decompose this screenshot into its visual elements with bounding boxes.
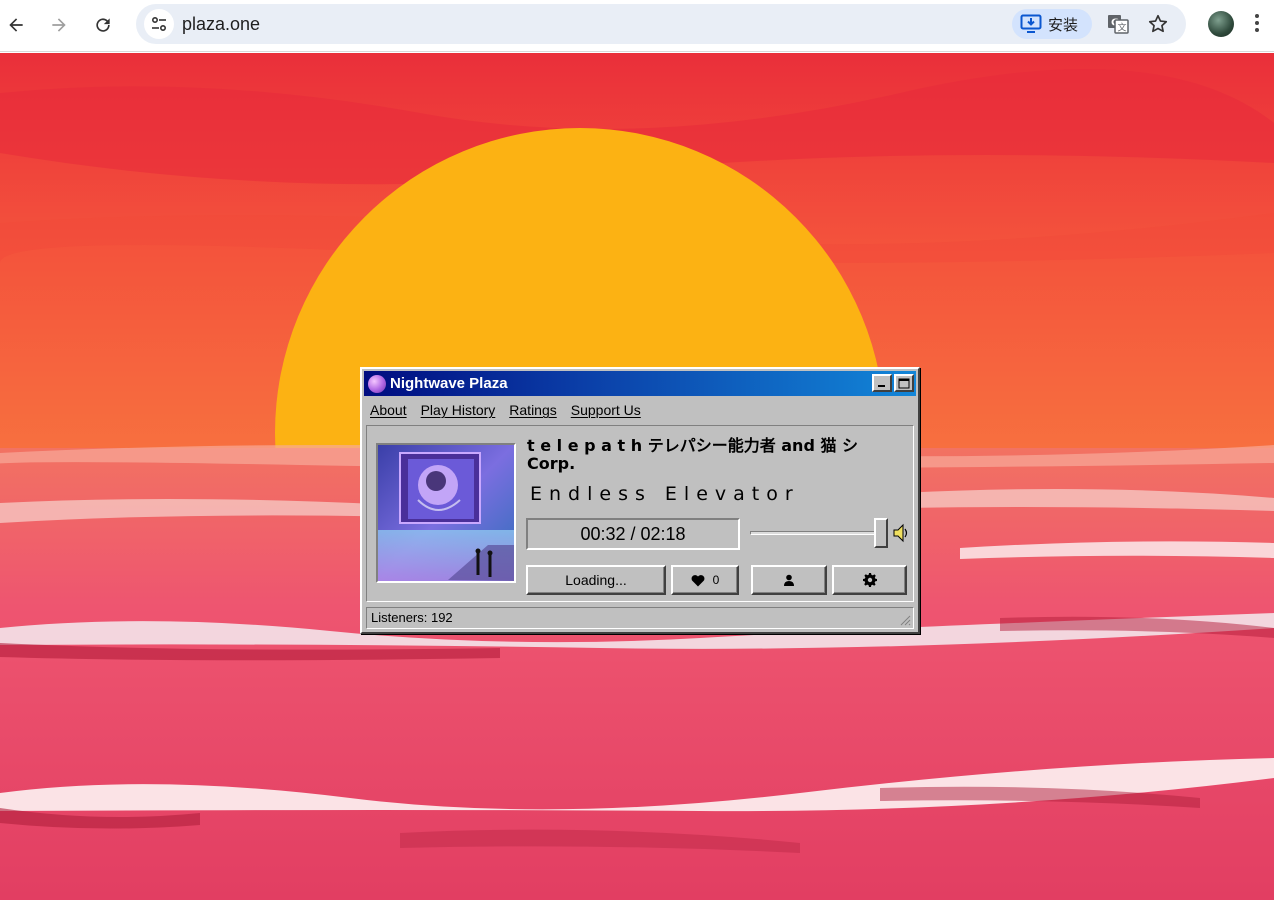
translate-button[interactable]: G 文: [1106, 12, 1130, 36]
arrow-left-icon: [9, 18, 23, 32]
menu-support-us[interactable]: Support Us: [571, 402, 641, 418]
more-vert-icon[interactable]: [1252, 12, 1262, 36]
maximize-button[interactable]: [894, 374, 914, 392]
menu-play-history[interactable]: Play History: [421, 402, 496, 418]
speaker-icon[interactable]: [893, 523, 909, 543]
menu-about[interactable]: About: [370, 402, 407, 418]
volume-slider-track[interactable]: [750, 531, 888, 535]
track-artist: t e l e p a t h テレパシー能力者 and 猫 シ Corp.: [527, 436, 859, 473]
listeners-count: Listeners: 192: [371, 610, 453, 625]
loading-button[interactable]: Loading...: [526, 565, 666, 595]
site-info-button[interactable]: [144, 9, 174, 39]
maximize-icon: [898, 378, 910, 388]
minimize-icon: [878, 385, 885, 387]
player-panel: t e l e p a t h テレパシー能力者 and 猫 シ Corp. E…: [366, 425, 914, 602]
forward-button[interactable]: [43, 9, 75, 41]
window-menubar: About Play History Ratings Support Us: [370, 402, 641, 418]
player-window: Nightwave Plaza About Play History Ratin…: [360, 367, 920, 634]
browser-toolbar: plaza.one 安装 G 文: [0, 0, 1274, 52]
volume-slider-thumb[interactable]: [874, 518, 888, 548]
install-desktop-icon: [1020, 14, 1042, 33]
menu-ratings[interactable]: Ratings: [509, 402, 556, 418]
heart-icon: [691, 574, 705, 586]
profile-avatar[interactable]: [1208, 11, 1234, 37]
loading-button-label: Loading...: [565, 572, 627, 588]
status-bar: Listeners: 192: [366, 607, 914, 629]
window-title: Nightwave Plaza: [390, 375, 508, 392]
window-titlebar[interactable]: Nightwave Plaza: [364, 371, 916, 396]
like-count: 0: [712, 573, 720, 587]
user-icon: [784, 574, 794, 586]
install-label: 安装: [1048, 15, 1079, 34]
back-button[interactable]: [0, 9, 32, 41]
reload-button[interactable]: [87, 9, 119, 41]
address-bar[interactable]: plaza.one 安装 G 文: [136, 4, 1186, 44]
translate-icon: G 文: [1108, 15, 1129, 34]
track-title: Endless Elevator: [530, 483, 800, 505]
url-text[interactable]: plaza.one: [182, 14, 260, 35]
like-button[interactable]: 0: [671, 565, 739, 595]
album-art-image: [378, 445, 514, 581]
user-button[interactable]: [751, 565, 827, 595]
reload-icon: [96, 18, 110, 32]
arrow-right-icon: [52, 18, 66, 32]
tune-icon: [151, 16, 167, 32]
settings-button[interactable]: [832, 565, 907, 595]
svg-text:文: 文: [1118, 22, 1127, 34]
install-app-button[interactable]: 安装: [1012, 9, 1092, 39]
minimize-button[interactable]: [872, 374, 892, 392]
star-icon: [1148, 14, 1168, 33]
playback-time: 00:32 / 02:18: [526, 518, 740, 550]
gear-icon: [862, 573, 877, 587]
bookmark-button[interactable]: [1146, 12, 1170, 36]
album-art: [376, 443, 516, 583]
plaza-logo-icon: [368, 374, 386, 393]
resize-grip-icon[interactable]: [899, 614, 911, 626]
